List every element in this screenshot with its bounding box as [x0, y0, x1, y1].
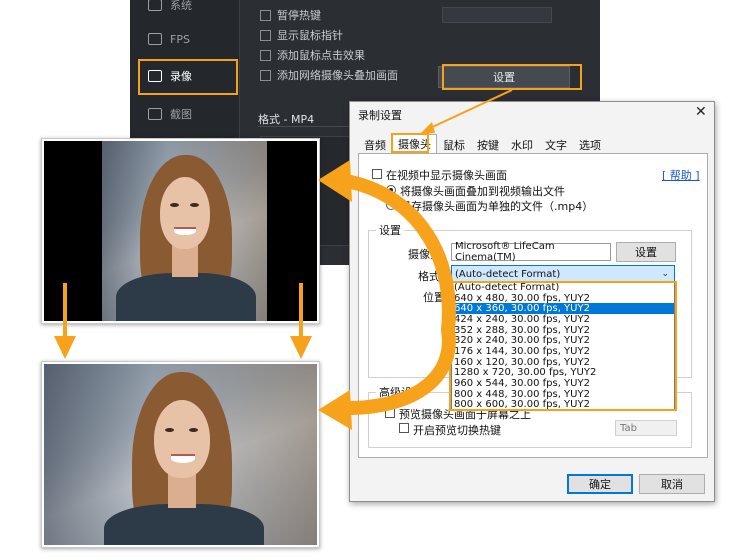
sidebar-item-image[interactable]: 截图 [138, 97, 236, 131]
webcam-preview-widescreen [41, 361, 320, 548]
option-pause-hotkey[interactable]: 暂停热键 [260, 7, 321, 23]
advanced-group-label: 高级设 [376, 384, 415, 400]
checkbox[interactable] [260, 29, 271, 41]
highlight-settings-button [442, 64, 582, 90]
format-select-value: (Auto-detect Format) [455, 268, 561, 280]
show-webcam-checkbox[interactable] [372, 169, 382, 179]
sidebar-item-label: FPS [170, 32, 190, 46]
format-heading: 格式 - MP4 [258, 113, 315, 126]
close-icon[interactable]: ✕ [695, 104, 707, 120]
separate-file-label: 另存摄像头画面为单独的文件（.mp4） [400, 200, 594, 213]
tab-keys[interactable]: 按键 [471, 136, 505, 153]
show-webcam-label: 在视频中显示摄像头画面 [386, 169, 507, 182]
ok-button[interactable]: 确定 [567, 474, 633, 494]
separate-file-radio[interactable] [386, 200, 396, 210]
sidebar-item-fps[interactable]: FPS [138, 22, 236, 56]
camera-label: 摄像头: [408, 248, 445, 261]
camera-select[interactable]: Microsoft® LifeCam Cinema(TM) [451, 241, 611, 263]
option-label: 暂停热键 [277, 9, 321, 22]
tutorial-canvas: 系统 FPS 录像 截图 暂停热键 显示鼠标指针 添加鼠标点击效果 添加网络摄像… [0, 0, 730, 560]
highlight-format-list [449, 281, 677, 411]
camera-select-value: Microsoft® LifeCam Cinema(TM) [455, 241, 555, 263]
down-arrow-icon [290, 336, 312, 359]
highlight-video-menu [138, 59, 238, 95]
checkbox[interactable] [260, 69, 271, 81]
overlay-label: 将摄像头画面叠加到视频输出文件 [400, 185, 565, 198]
option-show-cursor[interactable]: 显示鼠标指针 [260, 27, 343, 43]
preview-hotkey-checkbox[interactable] [399, 423, 409, 433]
tab-watermark[interactable]: 水印 [505, 136, 539, 153]
highlight-webcam-tab [391, 133, 429, 153]
sidebar-item-label: 系统 [170, 0, 192, 12]
preview-hotkey-label: 开启预览切换热键 [413, 424, 501, 437]
watermark: www.bandicam.com [614, 4, 720, 16]
option-webcam-overlay[interactable]: 添加网络摄像头叠加画面 [260, 67, 398, 83]
settings-group-label: 设置 [376, 222, 404, 238]
dialog-title: 录制设置 [358, 109, 402, 122]
preview-hotkey-field[interactable]: Tab [615, 420, 677, 436]
option-label: 添加鼠标点击效果 [277, 49, 365, 62]
camera-settings-button[interactable]: 设置 [616, 242, 676, 262]
hotkey-field[interactable] [442, 7, 552, 23]
position-label: 位置: [423, 291, 449, 304]
tab-mouse[interactable]: 鼠标 [437, 136, 471, 153]
tab-audio[interactable]: 音频 [358, 136, 392, 153]
sidebar-item-label: 截图 [170, 108, 192, 121]
image-icon [148, 108, 162, 120]
checkbox[interactable] [260, 49, 271, 61]
webcam-image-16-9 [44, 364, 317, 545]
overlay-radio[interactable] [386, 185, 396, 195]
cancel-button[interactable]: 取消 [639, 474, 705, 494]
down-arrow-icon [54, 336, 76, 359]
webcam-image-4-3 [102, 141, 267, 321]
tab-text[interactable]: 文字 [539, 136, 573, 153]
arrow-head-icon [318, 390, 352, 430]
sidebar-item-system[interactable]: 系统 [138, 0, 236, 22]
checkbox[interactable] [260, 9, 271, 21]
tab-options[interactable]: 选项 [573, 136, 607, 153]
chevron-down-icon: ⌄ [661, 269, 669, 279]
format-label: 格式: [418, 270, 444, 283]
option-label: 显示鼠标指针 [277, 29, 343, 42]
fps-icon [148, 33, 162, 45]
gear-icon [148, 0, 162, 11]
option-label: 添加网络摄像头叠加画面 [277, 69, 398, 82]
option-click-effect[interactable]: 添加鼠标点击效果 [260, 47, 365, 63]
webcam-preview-letterboxed [41, 138, 320, 324]
preview-checkbox[interactable] [385, 408, 395, 418]
help-link[interactable]: [ 帮助 ] [662, 167, 700, 183]
